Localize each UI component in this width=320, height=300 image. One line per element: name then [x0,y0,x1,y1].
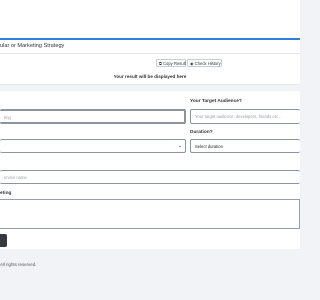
audience-placeholder: Your target audience: developers, friend… [195,114,282,119]
audience-label: Your Target Audience? [190,99,242,104]
service-name-input[interactable]: ervice name [0,170,300,184]
service-name-placeholder: ervice name [4,175,27,180]
submit-button[interactable] [0,234,7,247]
duration-value: Select duration [195,144,223,149]
copy-icon: ⧉ [159,61,162,66]
result-placeholder: Your result will be displayed here [113,74,187,79]
top-bar [0,0,300,38]
eye-icon: ◉ [190,61,194,66]
details-textarea[interactable] [0,199,300,229]
chevron-down-icon: ⌄ [177,143,182,149]
first-input[interactable]: ting [0,109,186,124]
card-title: ular or Marketing Strategy [0,43,65,49]
copy-result-button[interactable]: ⧉Copy Result [156,59,186,67]
audience-input[interactable]: Your target audience: developers, friend… [190,109,300,124]
footer-text: All rights reserved. [0,262,37,267]
duration-select[interactable]: Select duration [190,139,300,153]
check-history-button[interactable]: ◉Check History [187,59,222,67]
first-input-text: ting [4,115,11,120]
copy-result-label: Copy Result [163,61,186,66]
duration-label: Duration? [190,130,213,135]
textarea-label: eting [0,191,12,196]
card-divider [0,53,300,54]
first-select[interactable]: ⌄ [0,139,186,153]
check-history-label: Check History [194,61,221,66]
